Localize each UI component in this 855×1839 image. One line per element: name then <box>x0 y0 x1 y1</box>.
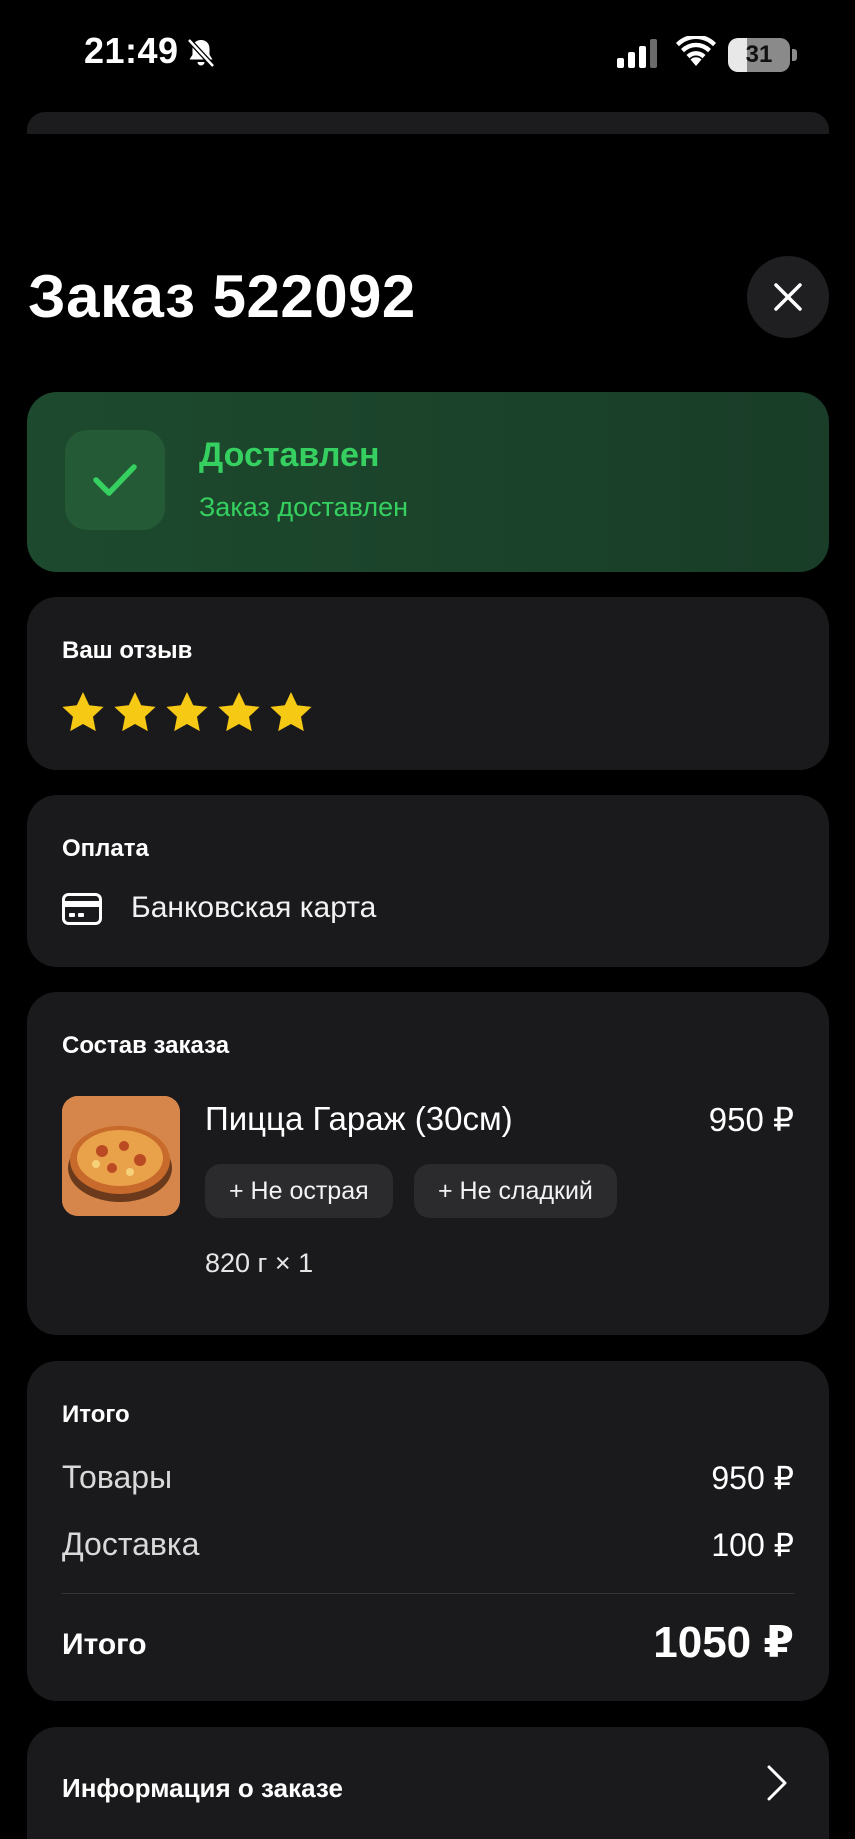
rating-stars[interactable] <box>59 689 315 737</box>
totals-label: Итого <box>62 1401 130 1428</box>
delivery-label: Доставка <box>62 1526 200 1562</box>
page-title: Заказ 522092 <box>28 263 416 330</box>
status-title: Доставлен <box>199 436 380 474</box>
star-icon[interactable] <box>215 689 263 737</box>
star-icon[interactable] <box>59 689 107 737</box>
divider <box>62 1593 794 1594</box>
close-icon <box>774 283 802 311</box>
payment-method: Банковская карта <box>131 891 377 924</box>
chevron-right-icon <box>767 1765 787 1801</box>
battery-percent: 31 <box>745 41 773 68</box>
totals-card: Итого Товары 950 ₽ Доставка 100 ₽ Итого … <box>27 1361 829 1701</box>
battery-icon: 31 <box>728 38 798 72</box>
total-value: 1050 ₽ <box>653 1618 794 1667</box>
star-icon[interactable] <box>267 689 315 737</box>
item-price: 950 ₽ <box>708 1101 794 1138</box>
status-check-badge <box>65 430 165 530</box>
order-info-row[interactable]: Информация о заказе <box>27 1727 829 1839</box>
modifier-chip: + Не острая <box>205 1164 393 1218</box>
modifier-chip: + Не сладкий <box>414 1164 617 1218</box>
check-icon <box>93 464 137 496</box>
order-info-label: Информация о заказе <box>62 1773 343 1803</box>
close-button[interactable] <box>747 256 829 338</box>
pizza-image <box>62 1096 180 1216</box>
payment-label: Оплата <box>62 835 149 862</box>
order-status-card: Доставлен Заказ доставлен <box>27 392 829 572</box>
item-name: Пицца Гараж (30см) <box>205 1100 513 1137</box>
background-sheet-edge <box>27 112 829 134</box>
order-items-card: Состав заказа Пицца Гараж (30см) 950 ₽ +… <box>27 992 829 1335</box>
order-items-label: Состав заказа <box>62 1032 230 1059</box>
wifi-icon <box>676 36 716 66</box>
status-time: 21:49 <box>84 30 179 71</box>
signal-icon <box>617 39 657 68</box>
goods-value: 950 ₽ <box>711 1460 794 1496</box>
payment-card: Оплата Банковская карта <box>27 795 829 967</box>
review-label: Ваш отзыв <box>62 637 193 664</box>
delivery-value: 100 ₽ <box>711 1527 794 1563</box>
star-icon[interactable] <box>111 689 159 737</box>
status-subtitle: Заказ доставлен <box>199 492 409 522</box>
star-icon[interactable] <box>163 689 211 737</box>
bell-slash-icon <box>187 38 215 68</box>
review-card: Ваш отзыв <box>27 597 829 770</box>
goods-label: Товары <box>62 1459 173 1495</box>
item-quantity: 820 г × 1 <box>205 1248 314 1278</box>
credit-card-icon <box>62 893 102 925</box>
total-label: Итого <box>62 1628 147 1661</box>
